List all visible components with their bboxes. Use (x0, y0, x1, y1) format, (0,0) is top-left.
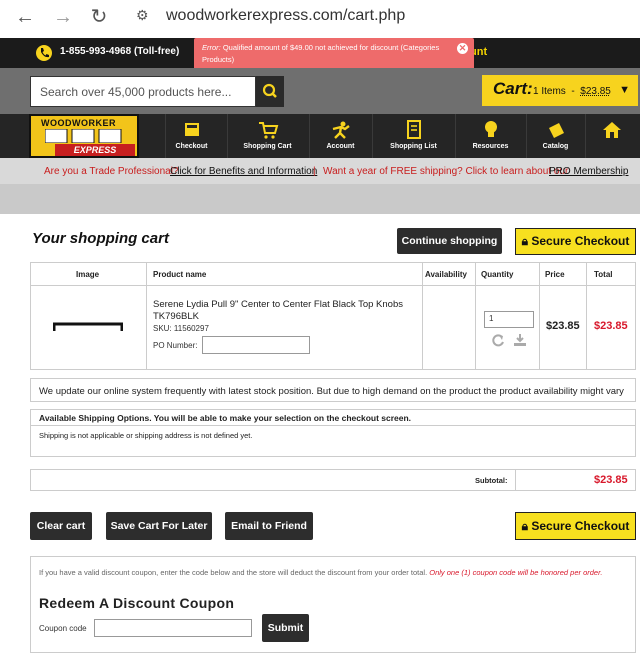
coupon-section: If you have a valid discount coupon, ent… (30, 556, 636, 653)
nav-resources[interactable]: Resources (455, 114, 525, 158)
product-image[interactable] (53, 321, 123, 333)
logo-text-top: WOODWORKER (41, 118, 116, 128)
site-settings-icon[interactable]: ⚙ (136, 7, 154, 25)
cart-summary-button[interactable]: Cart: 1 Items - $23.85 ▼ (482, 75, 638, 106)
error-toast: Error: Qualified amount of $49.00 not ac… (194, 38, 474, 72)
nav-shopping-cart[interactable]: Shopping Cart (227, 114, 307, 158)
quantity-input[interactable]: 1 (484, 311, 534, 328)
po-number-input[interactable] (202, 336, 310, 354)
cart-table: Image Product name Availability Quantity… (30, 262, 636, 370)
save-icon[interactable] (513, 333, 527, 347)
col-header-quantity: Quantity (481, 270, 514, 279)
reload-icon[interactable]: ↻ (86, 4, 112, 30)
person-icon (332, 121, 350, 139)
pro-membership-link[interactable]: PRO Membership (549, 166, 628, 177)
spacer-band (0, 184, 640, 214)
cart-label: Cart: (493, 79, 533, 98)
shipping-title: Available Shipping Options. You will be … (39, 413, 412, 423)
page-title: Your shopping cart (32, 230, 169, 247)
lightbulb-icon (484, 121, 497, 137)
phone-icon (36, 45, 52, 61)
nav-checkout[interactable]: Checkout (165, 114, 217, 158)
chevron-down-icon: ▼ (619, 84, 630, 96)
divider (515, 470, 516, 490)
lock-icon: 🔒︎ (521, 234, 528, 248)
logo-text-bottom: EXPRESS (55, 144, 135, 156)
po-number-label: PO Number: (153, 341, 198, 350)
secure-checkout-button-bottom[interactable]: 🔒︎ Secure Checkout (515, 512, 636, 540)
coupon-code-input[interactable] (94, 619, 252, 637)
nav-catalog[interactable]: Catalog (526, 114, 584, 158)
item-total: $23.85 (594, 320, 628, 332)
list-icon (406, 120, 421, 139)
nav-home[interactable] (585, 114, 637, 158)
logo-graphic (45, 129, 122, 143)
col-header-image: Image (76, 270, 100, 279)
browser-bar: ← → ↻ ⚙ woodworkerexpress.com/cart.php (0, 0, 640, 38)
col-divider (475, 263, 476, 369)
search-icon (262, 83, 277, 98)
item-price: $23.85 (546, 320, 580, 332)
save-cart-button[interactable]: Save Cart For Later (106, 512, 212, 540)
coupon-submit-button[interactable]: Submit (262, 614, 309, 642)
col-header-product: Product name (153, 270, 207, 279)
phone-number[interactable]: 1-855-993-4968 (Toll-free) (60, 46, 179, 57)
shipping-question: Want a year of FREE shipping? Click to l… (323, 166, 569, 177)
register-icon (184, 123, 199, 136)
refresh-icon[interactable] (491, 333, 505, 347)
clear-cart-button[interactable]: Clear cart (30, 512, 92, 540)
divider (31, 425, 635, 426)
promo-bar: Are you a Trade Professional? Click for … (0, 158, 640, 184)
catalog-icon (548, 123, 564, 138)
col-header-total: Total (594, 270, 613, 279)
shipping-options-box: Available Shipping Options. You will be … (30, 409, 636, 457)
lock-icon: 🔒︎ (521, 519, 528, 533)
coupon-code-label: Coupon code (39, 624, 87, 633)
error-message: Error: Qualified amount of $49.00 not ac… (202, 43, 440, 64)
availability-notice: We update our online system frequently w… (30, 378, 636, 402)
nav-account[interactable]: Account (309, 114, 371, 158)
col-divider (146, 263, 147, 369)
col-divider (422, 263, 423, 369)
product-sku: SKU: 11560297 (153, 324, 209, 333)
search-button[interactable] (256, 76, 284, 107)
close-icon[interactable]: ✕ (457, 43, 468, 54)
email-friend-button[interactable]: Email to Friend (225, 512, 313, 540)
subtotal-row: Subtotal: $23.85 (30, 469, 636, 491)
subtotal-value: $23.85 (594, 474, 628, 486)
secure-checkout-button[interactable]: 🔒︎ Secure Checkout (515, 228, 636, 255)
back-icon[interactable]: ← (12, 4, 38, 30)
benefits-link[interactable]: Click for Benefits and Information (170, 166, 317, 177)
subtotal-label: Subtotal: (475, 476, 508, 485)
col-header-availability: Availability (425, 270, 467, 279)
col-header-price: Price (545, 270, 565, 279)
coupon-info: If you have a valid discount coupon, ent… (39, 568, 603, 577)
cart-icon (258, 122, 278, 139)
continue-shopping-button[interactable]: Continue shopping (397, 228, 502, 254)
home-icon (602, 122, 621, 138)
forward-icon[interactable]: → (50, 4, 76, 30)
col-divider (586, 263, 587, 369)
promo-separator: | (313, 166, 316, 177)
search-input[interactable]: Search over 45,000 products here... (30, 76, 256, 107)
shipping-text: Shipping is not applicable or shipping a… (39, 431, 253, 440)
col-divider (539, 263, 540, 369)
trade-question: Are you a Trade Professional? (44, 166, 179, 177)
address-bar[interactable]: ⚙ woodworkerexpress.com/cart.php (128, 2, 640, 32)
coupon-title: Redeem A Discount Coupon (39, 595, 235, 611)
cart-items: 1 Items - $23.85 (533, 86, 611, 97)
site-logo[interactable]: WOODWORKER EXPRESS (29, 114, 139, 158)
table-header-divider (31, 285, 635, 286)
nav-shopping-list[interactable]: Shopping List (372, 114, 454, 158)
url-text: woodworkerexpress.com/cart.php (166, 7, 406, 24)
product-name[interactable]: Serene Lydia Pull 9" Center to Center Fl… (153, 299, 418, 323)
